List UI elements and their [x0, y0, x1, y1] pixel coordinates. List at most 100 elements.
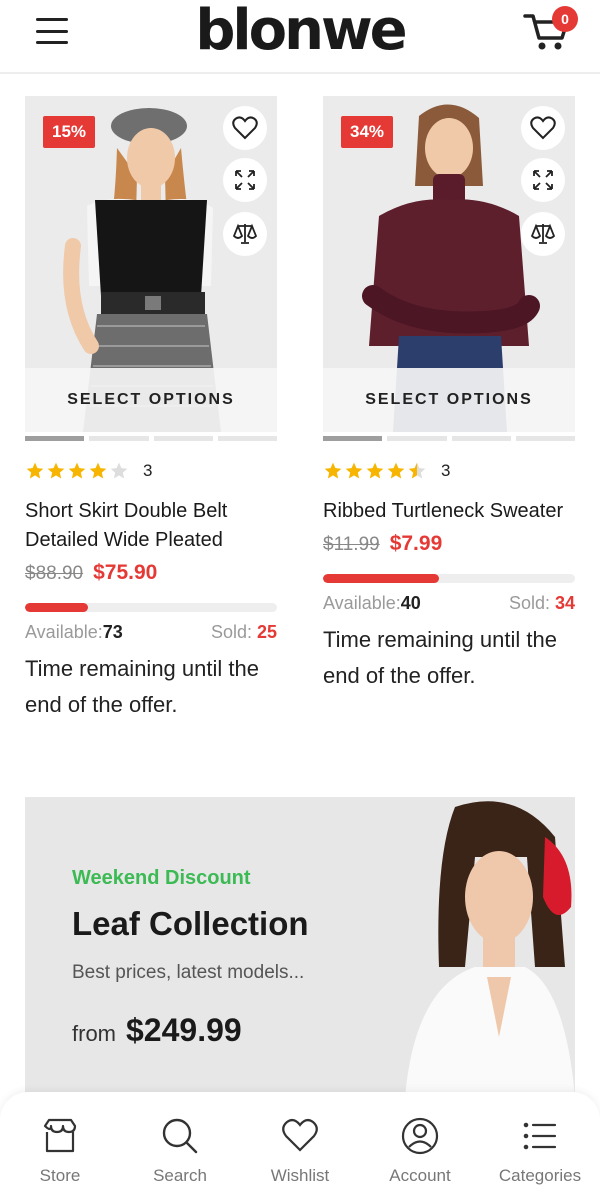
compare-button[interactable]	[223, 212, 267, 256]
discount-badge: 34%	[341, 116, 394, 148]
product-card[interactable]: 34% SELECT OPTIONS 3 Ribbed Turtleneck S…	[323, 96, 575, 694]
product-name[interactable]: Short Skirt Double Belt Detailed Wide Pl…	[25, 497, 277, 555]
sold-label: Sold:	[508, 593, 555, 613]
star-icon	[408, 462, 426, 479]
available-label: Available:	[323, 593, 401, 613]
star-icon	[89, 462, 107, 479]
app-header: blonwe 0	[0, 0, 600, 74]
star-icon	[47, 462, 65, 479]
pagination-dot[interactable]	[451, 436, 511, 441]
stock-info: Available:73 Sold: 25	[25, 622, 277, 643]
star-icon	[68, 462, 86, 479]
product-name[interactable]: Ribbed Turtleneck Sweater	[323, 497, 575, 526]
sold-count: 34	[554, 593, 575, 613]
sold-progress-fill	[323, 574, 439, 583]
quick-view-button[interactable]	[223, 158, 267, 202]
price-from-label: from	[72, 1021, 116, 1046]
star-icon	[345, 462, 363, 479]
offer-timer-text: Time remaining until the end of the offe…	[25, 656, 259, 717]
store-icon	[43, 1118, 77, 1153]
available-info: Available:40	[323, 593, 421, 614]
pagination-dot[interactable]	[387, 436, 447, 441]
account-icon	[401, 1117, 439, 1155]
product-price: $88.90 $75.90	[25, 561, 277, 585]
banner-title: Leaf Collection	[72, 905, 309, 942]
nav-categories[interactable]: Categories	[480, 1092, 600, 1200]
sold-progress-bar	[25, 603, 277, 612]
rating-count: 3	[441, 461, 451, 480]
select-options-button[interactable]: SELECT OPTIONS	[25, 368, 277, 432]
product-image[interactable]: 15% SELECT OPTIONS	[25, 96, 277, 432]
categories-icon	[523, 1122, 557, 1150]
image-pagination	[323, 436, 575, 441]
available-label: Available:	[25, 622, 103, 642]
star-icon	[26, 462, 44, 479]
star-icon	[387, 462, 405, 479]
cart-count-badge: 0	[552, 6, 578, 32]
price-amount: $249.99	[126, 1012, 242, 1048]
product-image[interactable]: 34% SELECT OPTIONS	[323, 96, 575, 432]
sold-info: Sold: 34	[509, 593, 575, 614]
sold-count: 25	[256, 622, 277, 642]
star-icon	[366, 462, 384, 479]
promo-banner[interactable]: Weekend Discount Leaf Collection Best pr…	[25, 797, 575, 1097]
heart-icon	[232, 116, 258, 140]
pagination-dot[interactable]	[323, 436, 383, 441]
banner-subtitle: Best prices, latest models...	[72, 962, 305, 983]
pagination-dot[interactable]	[153, 436, 213, 441]
pagination-dot[interactable]	[25, 436, 85, 441]
rating-count: 3	[143, 461, 153, 480]
nav-label: Wishlist	[270, 1166, 330, 1185]
nav-store[interactable]: Store	[0, 1092, 120, 1200]
nav-label: Categories	[498, 1166, 582, 1185]
available-count: 40	[400, 593, 421, 613]
sale-price: $75.90	[93, 561, 158, 584]
old-price: $11.99	[323, 534, 380, 555]
banner-price: from $249.99	[72, 1012, 242, 1049]
pagination-dot[interactable]	[217, 436, 277, 441]
banner-model-photo	[405, 801, 575, 1097]
wishlist-button[interactable]	[223, 106, 267, 150]
rating-stars	[25, 461, 129, 481]
select-options-button[interactable]: SELECT OPTIONS	[323, 368, 575, 432]
search-icon	[162, 1118, 198, 1154]
nav-label: Store	[39, 1166, 81, 1185]
product-rating: 3	[323, 461, 575, 481]
nav-account[interactable]: Account	[360, 1092, 480, 1200]
pagination-dot[interactable]	[515, 436, 575, 441]
sold-info: Sold: 25	[211, 622, 277, 643]
compare-icon	[530, 223, 556, 244]
star-icon	[110, 462, 128, 479]
product-price: $11.99 $7.99	[323, 532, 575, 556]
available-info: Available:73	[25, 622, 123, 643]
sold-progress-fill	[25, 603, 88, 612]
image-pagination	[25, 436, 277, 441]
old-price: $88.90	[25, 563, 84, 584]
heart-icon	[282, 1118, 318, 1152]
nav-label: Account	[389, 1166, 451, 1185]
sale-price: $7.99	[389, 532, 443, 555]
compare-button[interactable]	[521, 212, 565, 256]
star-icon	[324, 462, 342, 479]
bottom-navigation: Store Search Wishlist Account Categories	[0, 1092, 600, 1200]
wishlist-button[interactable]	[521, 106, 565, 150]
nav-label: Search	[153, 1166, 207, 1185]
available-count: 73	[102, 622, 123, 642]
stock-info: Available:40 Sold: 34	[323, 593, 575, 614]
expand-icon	[235, 170, 255, 190]
sold-label: Sold:	[210, 622, 257, 642]
compare-icon	[232, 223, 258, 244]
pagination-dot[interactable]	[89, 436, 149, 441]
cart-button[interactable]: 0	[522, 6, 578, 56]
quick-view-button[interactable]	[521, 158, 565, 202]
discount-badge: 15%	[43, 116, 96, 148]
nav-search[interactable]: Search	[120, 1092, 240, 1200]
rating-stars	[323, 461, 427, 481]
expand-icon	[533, 170, 553, 190]
banner-tag: Weekend Discount	[72, 867, 251, 889]
brand-logo[interactable]: blonwe	[0, 0, 600, 62]
product-card[interactable]: 15% SELECT OPTIONS 3 Short Skirt Double …	[25, 96, 277, 723]
nav-wishlist[interactable]: Wishlist	[240, 1092, 360, 1200]
product-rating: 3	[25, 461, 277, 481]
heart-icon	[530, 116, 556, 140]
